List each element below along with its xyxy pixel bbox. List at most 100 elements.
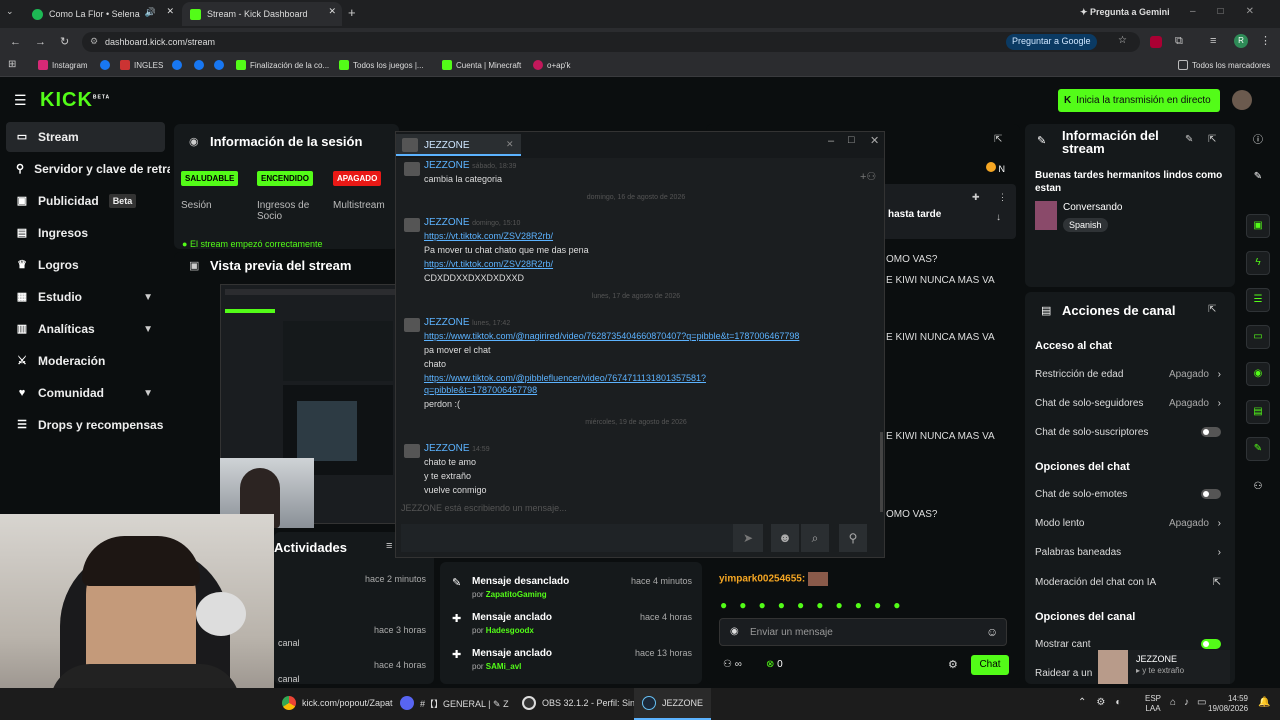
maximize-icon[interactable]: □ (848, 134, 855, 146)
attach-icon[interactable]: ⌕ (801, 524, 829, 552)
show-count-toggle[interactable] (1201, 639, 1221, 649)
category-name[interactable]: Conversando (1063, 202, 1122, 213)
pinned-chat-message[interactable]: hasta tarde ✚ ⋮ ↓ (876, 184, 1016, 239)
send-icon[interactable]: ➤ (733, 524, 763, 552)
ai-moderation-row[interactable]: Moderación del chat con IA ⇱ (1035, 577, 1225, 588)
apps-grid-icon[interactable]: ⊞ (8, 59, 16, 70)
chat-input[interactable]: ◉ Enviar un mensaje ☺ (719, 618, 1007, 646)
message-link[interactable]: https://www.tiktok.com/@pibblefluencer/v… (424, 373, 706, 383)
pinned-by[interactable]: ZapatitoGaming (486, 590, 547, 599)
popup-tab[interactable]: JEZZONE ✕ (396, 134, 521, 156)
window-controls[interactable]: –□✕ (1190, 6, 1276, 17)
pinned-by[interactable]: SAMi_avl (486, 662, 522, 671)
bookmark-instagram[interactable]: Instagram (38, 60, 88, 70)
bookmark-facebook-4[interactable] (214, 60, 224, 70)
new-tab-icon[interactable]: + (348, 5, 356, 20)
pencil-icon[interactable]: ✎ (1246, 166, 1270, 190)
bookmark-minecraft[interactable]: Cuenta | Minecraft (442, 60, 521, 70)
close-tab-icon[interactable]: ✕ (166, 6, 174, 17)
profile-avatar[interactable]: R (1234, 34, 1248, 48)
go-live-button[interactable]: K Inicia la transmisión en directo (1058, 89, 1220, 112)
collapse-icon[interactable]: ↓ (996, 212, 1001, 223)
bookmark-juegos[interactable]: Todos los juegos |... (339, 60, 424, 70)
close-tab-icon[interactable]: ✕ (506, 139, 514, 150)
bookmark-apk[interactable]: o+ap'k (533, 60, 571, 70)
emoji-icon[interactable]: ☺ (986, 625, 998, 639)
show-count-row[interactable]: Mostrar cant (1035, 639, 1225, 650)
extension-icon[interactable] (1150, 36, 1162, 48)
taskbar-chrome[interactable]: kick.com/popout/Zapat (282, 696, 393, 710)
bookmark-facebook-3[interactable] (194, 60, 204, 70)
sidebar-item-revenue[interactable]: ▤ Ingresos (6, 218, 165, 248)
subs-only-row[interactable]: Chat de solo-suscriptores (1035, 427, 1225, 438)
subs-only-toggle[interactable] (1201, 427, 1221, 437)
user-avatar[interactable] (1232, 90, 1252, 110)
popout-icon[interactable]: ⇱ (1208, 304, 1216, 315)
slow-mode-row[interactable]: Modo lento Apagado › (1035, 518, 1225, 529)
popup-message-input[interactable] (401, 524, 733, 552)
rail-broadcast-icon[interactable]: ◉ (1246, 362, 1270, 386)
rail-chat-icon[interactable]: ▭ (1246, 325, 1270, 349)
kick-logo[interactable]: KICKBETA (40, 89, 110, 112)
banned-words-row[interactable]: Palabras baneadas › (1035, 547, 1225, 558)
emoji-icon[interactable]: ☻ (771, 524, 799, 552)
clock[interactable]: 14:59 19/08/2026 (1208, 694, 1248, 714)
ask-google-button[interactable]: Preguntar a Google (1006, 34, 1097, 50)
message-link[interactable]: https://www.tiktok.com/@nagirired/video/… (424, 331, 799, 341)
all-bookmarks[interactable]: Todos los marcadores (1178, 60, 1270, 70)
edit-icon[interactable]: ✎ (1185, 134, 1193, 145)
menu-kebab-icon[interactable]: ⋮ (1260, 34, 1271, 47)
sidebar-item-analytics[interactable]: ▥ Analíticas ▼ (6, 314, 165, 344)
chat-username[interactable]: yimpark00254655: (719, 572, 828, 586)
url-bar[interactable]: ⚙ dashboard.kick.com/stream Preguntar a … (82, 32, 1140, 52)
hamburger-menu-icon[interactable]: ☰ (14, 92, 27, 109)
sidebar-item-achievements[interactable]: ♛ Logros (6, 250, 165, 280)
sidebar-item-ads[interactable]: ▣ Publicidad Beta (6, 186, 165, 216)
message-author[interactable]: JEZZONE (424, 160, 470, 171)
close-tab-icon[interactable]: ✕ (328, 6, 336, 17)
message-link[interactable]: https://vt.tiktok.com/ZSV28R2rb/ (424, 259, 553, 269)
reading-list-icon[interactable]: ≡ (1210, 35, 1216, 47)
taskbar-steam[interactable]: JEZZONE (634, 688, 712, 720)
rail-lightning-icon[interactable]: ϟ (1246, 251, 1270, 275)
filter-icon[interactable]: ≡ (386, 540, 392, 552)
emote-only-toggle[interactable] (1201, 489, 1221, 499)
voice-icon[interactable]: ⚲ (839, 524, 867, 552)
minimize-icon[interactable]: – (828, 135, 834, 147)
emote-only-row[interactable]: Chat de solo-emotes (1035, 489, 1225, 500)
tab-search-icon[interactable]: ⌄ (6, 6, 20, 20)
bookmark-ingles[interactable]: INGLES (120, 60, 163, 70)
popup-scrollbar[interactable] (880, 432, 883, 512)
audio-icon[interactable]: 🔊 (145, 7, 156, 18)
close-icon[interactable]: ✕ (870, 134, 879, 147)
rail-video-icon[interactable]: ▣ (1246, 214, 1270, 238)
message-link[interactable]: q=pibble&t=1787006467798 (424, 385, 537, 395)
site-info-icon[interactable]: ⚙ (90, 36, 98, 47)
message-author[interactable]: JEZZONE (424, 217, 470, 228)
popout-icon[interactable]: ⇱ (1208, 134, 1216, 145)
sidebar-item-stream[interactable]: ▭ Stream (6, 122, 165, 152)
sidebar-item-moderation[interactable]: ⚔ Moderación (6, 346, 165, 376)
settings-gear-icon[interactable]: ⚙ (948, 658, 958, 671)
points-counter[interactable]: ⊗ 0 (766, 659, 783, 670)
message-author[interactable]: JEZZONE (424, 317, 470, 328)
bookmark-facebook[interactable] (100, 60, 110, 70)
gemini-button[interactable]: ✦ Pregunta a Gemini (1080, 7, 1170, 18)
rail-list-icon[interactable]: ☰ (1246, 288, 1270, 312)
taskbar-obs[interactable]: OBS 32.1.2 - Perfil: Sin Tí (522, 696, 645, 710)
emote-row[interactable]: ●●●●●●●●●● (720, 598, 912, 612)
followers-only-row[interactable]: Chat de solo-seguidores Apagado › (1035, 398, 1225, 409)
age-restriction-row[interactable]: Restricción de edad Apagado › (1035, 369, 1225, 380)
info-icon[interactable]: ⓘ (1246, 130, 1270, 154)
message-author[interactable]: JEZZONE (424, 443, 470, 454)
notifications-bell-icon[interactable]: 🔔 (1258, 697, 1270, 708)
message-link[interactable]: https://vt.tiktok.com/ZSV28R2rb/ (424, 231, 553, 241)
rail-wrench-icon[interactable]: ✎ (1246, 437, 1270, 461)
infinity-icon[interactable]: ⚇ ∞ (723, 659, 742, 670)
language-indicator[interactable]: ESP LAA (1145, 694, 1161, 714)
extensions-puzzle-icon[interactable]: ⧉ (1175, 35, 1183, 48)
message-notification[interactable]: JEZZONE ▸ y te extraño (1098, 650, 1230, 684)
taskbar-discord[interactable]: #【】GENERAL | ✎ Z (400, 696, 509, 710)
rail-share-icon[interactable]: ⚇ (1246, 476, 1270, 500)
sidebar-item-studio[interactable]: ▦ Estudio ▼ (6, 282, 165, 312)
